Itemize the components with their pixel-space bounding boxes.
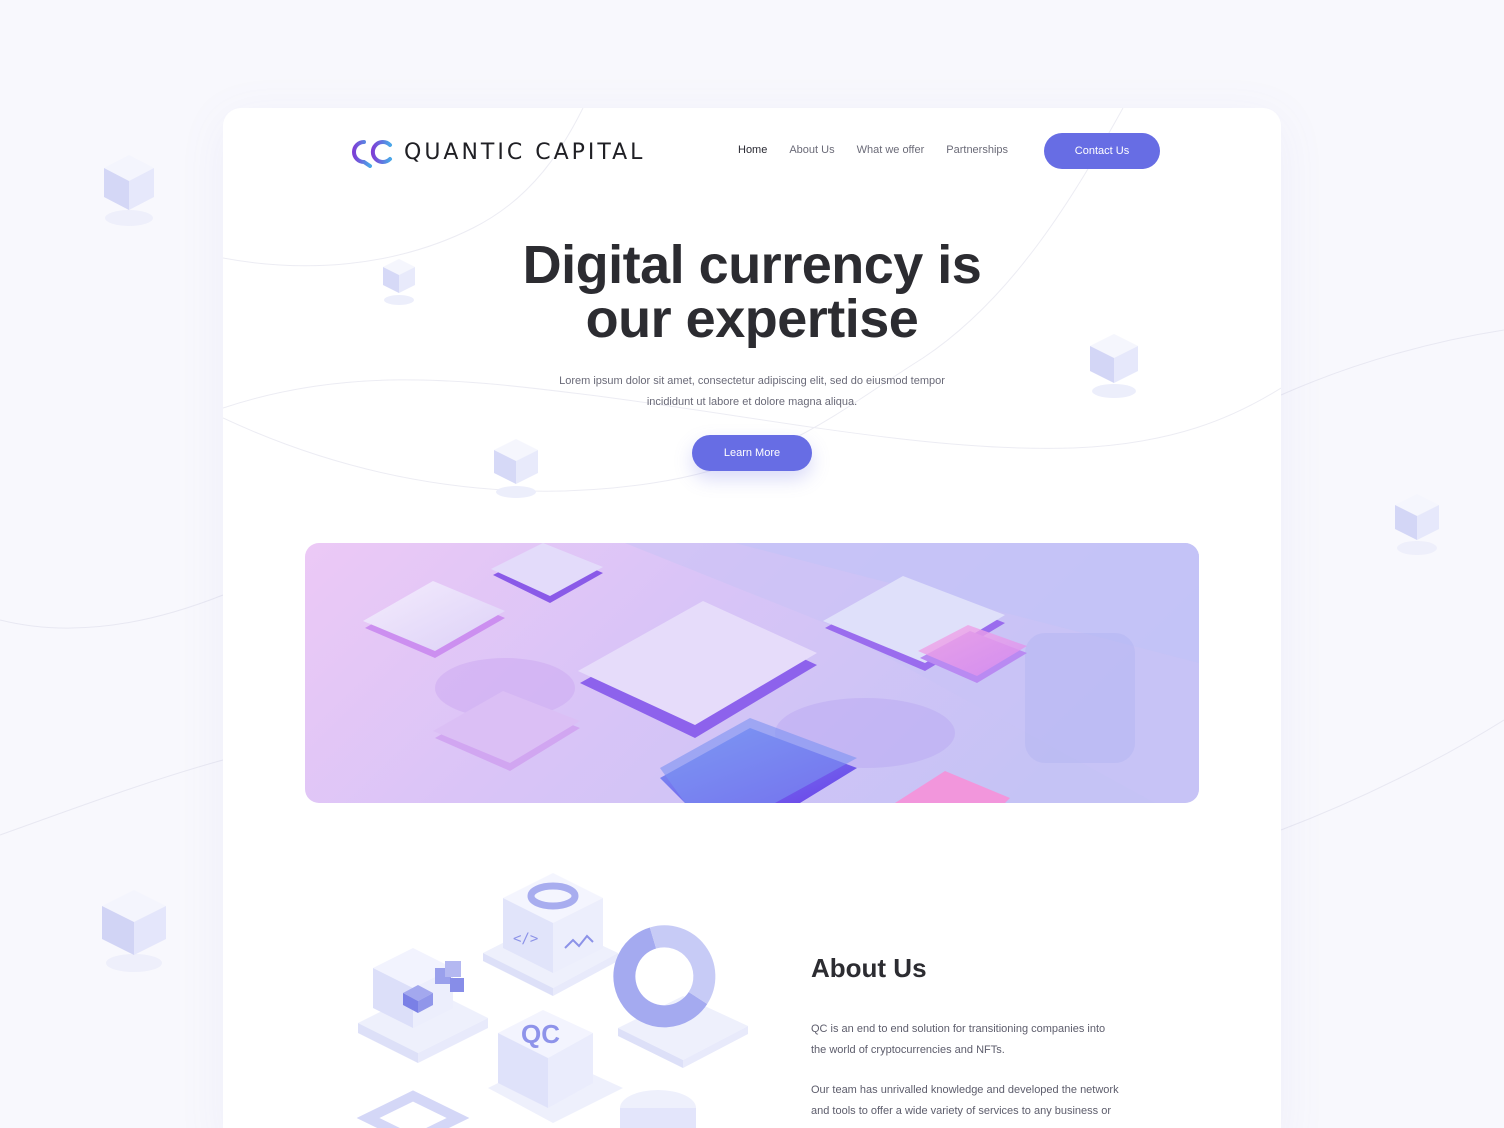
floating-cube-icon <box>104 155 154 226</box>
nav-item-partnerships[interactable]: Partnerships <box>946 144 1008 156</box>
floating-cube-icon <box>494 439 538 498</box>
nav-item-home[interactable]: Home <box>738 144 767 156</box>
about-paragraph-line: the world of cryptocurrencies and NFTs. <box>811 1044 1005 1056</box>
about-paragraph-line: and tools to offer a wide variety of ser… <box>811 1105 1112 1117</box>
svg-text:</>: </> <box>513 931 538 947</box>
qc-logo-icon <box>352 140 392 168</box>
contact-us-button[interactable]: Contact Us <box>1044 133 1160 169</box>
isometric-tiles-illustration <box>305 543 1199 803</box>
hero-title-line: Digital currency is <box>522 235 982 295</box>
about-paragraph-line: Our team has unrivalled knowledge and de… <box>811 1084 1119 1096</box>
about-isometric-illustration: </> QC <box>356 873 748 1128</box>
hero-banner-illustration <box>305 543 1199 803</box>
main-nav: Home About Us What we offer Partnerships <box>738 144 1030 156</box>
hero-subtitle-line: Lorem ipsum dolor sit amet, consectetur … <box>559 375 945 387</box>
learn-more-button[interactable]: Learn More <box>692 435 812 471</box>
page-card: QUANTIC CAPITAL Home About Us What we of… <box>223 108 1281 1128</box>
about-paragraph-2: Our team has unrivalled knowledge and de… <box>811 1080 1151 1122</box>
nav-item-about-us[interactable]: About Us <box>789 144 834 156</box>
about-title: About Us <box>811 953 927 983</box>
brand-logo[interactable]: QUANTIC CAPITAL <box>344 136 645 168</box>
floating-cube-icon <box>102 890 166 972</box>
hero-subtitle-line: incididunt ut labore et dolore magna ali… <box>646 396 858 408</box>
about-paragraph-1: QC is an end to end solution for transit… <box>811 1019 1151 1061</box>
hero-title-line: our expertise <box>585 289 919 349</box>
nav-item-what-we-offer[interactable]: What we offer <box>857 144 925 156</box>
floating-cube-icon <box>1395 494 1439 555</box>
about-paragraph-line: QC is an end to end solution for transit… <box>811 1023 1106 1035</box>
svg-text:QC: QC <box>521 1019 560 1049</box>
hero-title: Digital currency is our expertise <box>223 238 1281 346</box>
brand-name: QUANTIC CAPITAL <box>404 139 646 165</box>
hero-subtitle: Lorem ipsum dolor sit amet, consectetur … <box>223 371 1281 413</box>
